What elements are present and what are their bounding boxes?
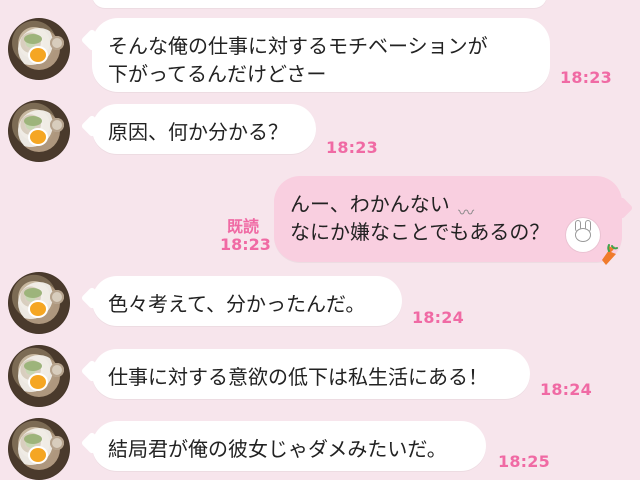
sender-avatar[interactable] [8, 418, 70, 480]
message-line: 下がってるんだけどさー [108, 62, 327, 86]
avatar-egg [30, 448, 46, 462]
message-bubble[interactable]: 原因、何か分かる？ [92, 104, 316, 154]
message-line: 結局君が俺の彼女じゃダメみたいだ。 [108, 437, 447, 461]
message-bubble[interactable]: 仕事に対する意欲の低下は私生活にある！ [92, 349, 530, 399]
previous-message-bubble-edge [92, 0, 547, 8]
message-time: 18:23 [560, 68, 612, 87]
rabbit-face [575, 228, 591, 242]
avatar-side-dish [50, 436, 64, 450]
message-bubble-outgoing[interactable]: んー、わかんない 〰 なにか嫌なことでもあるの？ [274, 176, 622, 262]
message-time: 18:23 [220, 235, 271, 254]
sweat-wave-emoji: 〰 [458, 202, 475, 222]
message-bubble[interactable]: 色々考えて、分かったんだ。 [92, 276, 402, 326]
message-line: 原因、何か分かる？ [108, 120, 288, 144]
message-line-text: んー、わかんない [290, 192, 450, 216]
read-label: 既読 [226, 217, 259, 236]
sender-avatar[interactable] [8, 345, 70, 407]
avatar-greens [24, 434, 42, 444]
message-line-text: なにか嫌なことでもあるの？ [290, 220, 550, 244]
message-time: 18:24 [412, 308, 464, 327]
message-line: んー、わかんない 〰 [290, 190, 606, 222]
avatar-egg [30, 130, 46, 144]
message-time: 18:23 [326, 138, 378, 157]
message-bubble[interactable]: そんな俺の仕事に対するモチベーションが 下がってるんだけどさー [92, 18, 550, 92]
avatar-greens [24, 361, 42, 371]
chat-thread: そんな俺の仕事に対するモチベーションが 下がってるんだけどさー 18:23 原因… [0, 0, 640, 480]
message-time: 18:24 [540, 380, 592, 399]
avatar-egg [30, 48, 46, 62]
avatar-side-dish [50, 36, 64, 50]
avatar-greens [24, 288, 42, 298]
avatar-egg [30, 302, 46, 316]
avatar-side-dish [50, 363, 64, 377]
sender-avatar[interactable] [8, 100, 70, 162]
message-line: 色々考えて、分かったんだ。 [108, 292, 366, 316]
message-time: 18:25 [498, 452, 550, 471]
sender-avatar[interactable] [8, 272, 70, 334]
avatar-side-dish [50, 118, 64, 132]
rabbit-face-emoji [566, 218, 618, 265]
avatar-greens [24, 116, 42, 126]
read-receipt: 既読 18:23 [220, 217, 271, 254]
message-line: そんな俺の仕事に対するモチベーションが [108, 34, 488, 58]
avatar-side-dish [50, 290, 64, 304]
carrot-icon [600, 244, 618, 266]
sender-avatar[interactable] [8, 18, 70, 80]
message-line: 仕事に対する意欲の低下は私生活にある！ [108, 365, 488, 389]
avatar-egg [30, 375, 46, 389]
message-line: なにか嫌なことでもあるの？ [290, 218, 606, 246]
avatar-greens [24, 34, 42, 44]
message-bubble[interactable]: 結局君が俺の彼女じゃダメみたいだ。 [92, 421, 486, 471]
